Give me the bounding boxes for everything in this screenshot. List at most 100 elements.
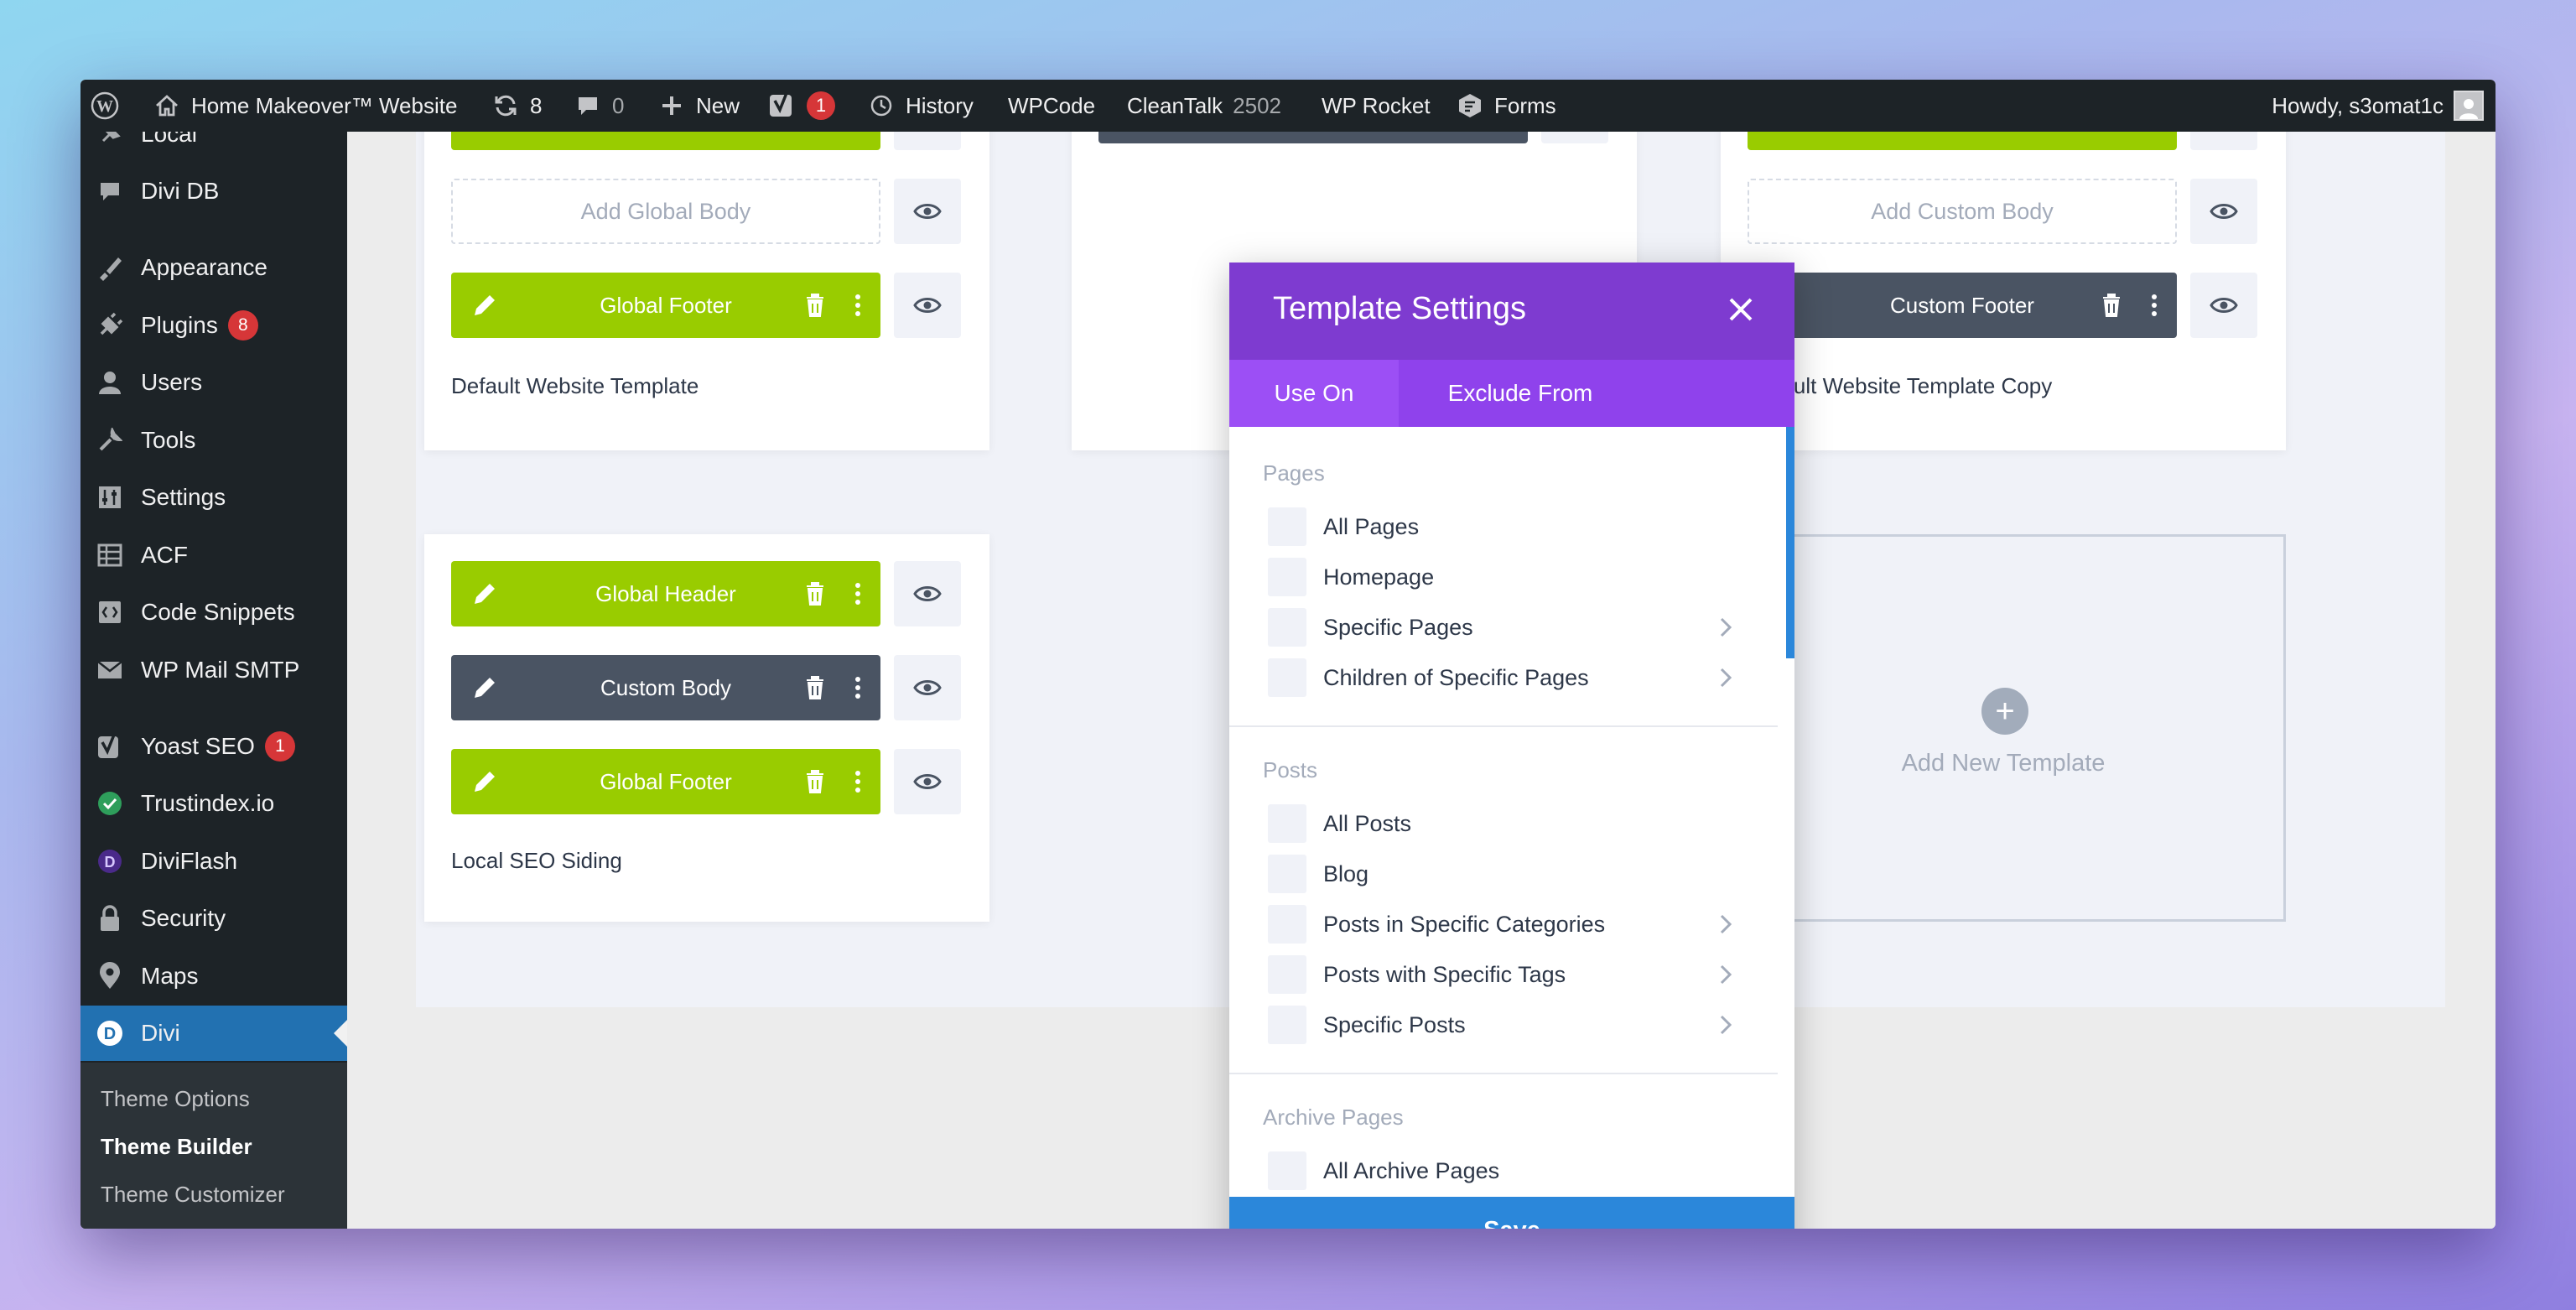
- submenu-theme-builder[interactable]: Theme Builder: [101, 1134, 252, 1160]
- checkbox[interactable]: [1268, 1151, 1306, 1190]
- custom-footer-bar[interactable]: Custom Footer: [1748, 273, 2177, 338]
- account-menu[interactable]: Howdy, s3omat1c: [2272, 80, 2484, 132]
- home-icon: [153, 91, 181, 120]
- visibility-toggle[interactable]: [2190, 179, 2257, 244]
- divider: [1229, 725, 1778, 727]
- sidebar-item-tools[interactable]: Tools: [80, 413, 347, 468]
- cleantalk-link[interactable]: CleanTalk 2502: [1127, 80, 1281, 132]
- new-content-link[interactable]: New: [657, 80, 740, 132]
- svg-text:D: D: [104, 1025, 116, 1043]
- sidebar-item-users[interactable]: Users: [80, 355, 347, 410]
- yoast-menu-link[interactable]: 1: [768, 80, 835, 132]
- global-header-bar[interactable]: Global Header: [451, 561, 880, 626]
- option-all-pages[interactable]: All Pages: [1268, 502, 1754, 551]
- trash-icon: [807, 676, 823, 699]
- section-title-archive: Archive Pages: [1263, 1105, 1404, 1130]
- option-label: Children of Specific Pages: [1323, 664, 1589, 690]
- global-footer-bar[interactable]: Global Footer: [451, 749, 880, 814]
- wp-rocket-label: WP Rocket: [1322, 92, 1431, 118]
- checkbox[interactable]: [1268, 507, 1306, 546]
- checkbox[interactable]: [1268, 1006, 1306, 1044]
- option-all-posts[interactable]: All Posts: [1268, 799, 1754, 848]
- sidebar-item-divi-db[interactable]: Divi DB: [80, 164, 347, 219]
- option-all-archive-pages[interactable]: All Archive Pages: [1268, 1146, 1754, 1195]
- checkbox[interactable]: [1268, 955, 1306, 994]
- sidebar-item-appearance[interactable]: Appearance: [80, 240, 347, 295]
- visibility-toggle[interactable]: [894, 749, 961, 814]
- sidebar-item-label-wrap: Yoast SEO 1: [141, 731, 295, 762]
- scrollbar[interactable]: [1786, 427, 1794, 658]
- visibility-toggle[interactable]: [894, 273, 961, 338]
- checkbox[interactable]: [1268, 905, 1306, 944]
- more-options-icon: [855, 294, 860, 316]
- checkbox[interactable]: [1268, 855, 1306, 893]
- option-homepage[interactable]: Homepage: [1268, 553, 1754, 601]
- checkbox[interactable]: [1268, 608, 1306, 647]
- template-title: Local SEO Siding: [451, 848, 622, 873]
- trash-icon: [807, 294, 823, 317]
- pencil-icon: [475, 295, 495, 315]
- updates-link[interactable]: 8: [491, 80, 542, 132]
- checkbox[interactable]: [1268, 804, 1306, 843]
- updates-count: 8: [530, 92, 543, 118]
- submenu-theme-customizer[interactable]: Theme Customizer: [101, 1182, 285, 1208]
- visibility-toggle[interactable]: [894, 561, 961, 626]
- comment-icon: [574, 91, 602, 120]
- save-button[interactable]: Save: [1229, 1197, 1794, 1229]
- divi-icon: D: [94, 1017, 126, 1049]
- wordpress-logo-button[interactable]: W: [91, 80, 119, 132]
- add-global-body-button[interactable]: Add Global Body: [451, 179, 880, 244]
- option-posts-with-specific-tags[interactable]: Posts with Specific Tags: [1268, 950, 1754, 999]
- history-link[interactable]: History: [867, 80, 974, 132]
- option-label: Posts in Specific Categories: [1323, 911, 1606, 937]
- add-new-template-button[interactable]: + Add New Template: [1721, 534, 2286, 922]
- tab-exclude-from[interactable]: Exclude From: [1399, 360, 1642, 427]
- visibility-toggle[interactable]: [2190, 273, 2257, 338]
- sidebar-item-diviflash[interactable]: D DiviFlash: [80, 834, 347, 889]
- sidebar-item-divi[interactable]: D Divi: [80, 1006, 347, 1061]
- comments-link[interactable]: 0: [574, 80, 624, 132]
- plugins-badge: 8: [227, 310, 258, 340]
- visibility-toggle[interactable]: [894, 655, 961, 720]
- wpcode-label: WPCode: [1008, 92, 1096, 118]
- pencil-icon: [475, 584, 495, 604]
- global-footer-bar[interactable]: Global Footer: [451, 273, 880, 338]
- wp-rocket-link[interactable]: WP Rocket: [1322, 80, 1431, 132]
- sidebar-item-trustindex[interactable]: Trustindex.io: [80, 776, 347, 831]
- option-posts-in-specific-categories[interactable]: Posts in Specific Categories: [1268, 900, 1754, 949]
- sidebar-item-label: Users: [141, 369, 203, 395]
- forms-icon: [1456, 91, 1484, 120]
- option-blog[interactable]: Blog: [1268, 850, 1754, 898]
- sidebar-item-yoast-seo[interactable]: Yoast SEO 1: [80, 719, 347, 774]
- sidebar-item-maps[interactable]: Maps: [80, 949, 347, 1004]
- section-title-posts: Posts: [1263, 757, 1318, 782]
- forms-link[interactable]: Forms: [1456, 80, 1556, 132]
- option-specific-pages[interactable]: Specific Pages: [1268, 603, 1754, 652]
- chevron-right-icon: [1720, 914, 1732, 934]
- sidebar-item-settings[interactable]: Settings: [80, 470, 347, 525]
- submenu-theme-options[interactable]: Theme Options: [101, 1086, 250, 1112]
- checkbox[interactable]: [1268, 658, 1306, 697]
- sidebar-item-code-snippets[interactable]: Code Snippets: [80, 585, 347, 640]
- wpcode-link[interactable]: WPCode: [1008, 80, 1095, 132]
- site-name-link[interactable]: Home Makeover™ Website: [153, 80, 457, 132]
- sidebar-item-label: DiviFlash: [141, 848, 238, 874]
- close-icon[interactable]: [1726, 294, 1756, 325]
- visibility-toggle[interactable]: [894, 179, 961, 244]
- sliders-icon: [94, 481, 126, 513]
- trash-icon: [807, 582, 823, 606]
- eye-icon: [913, 298, 942, 313]
- add-custom-body-button[interactable]: Add Custom Body: [1748, 179, 2177, 244]
- sidebar-item-security[interactable]: Security: [80, 891, 347, 946]
- option-specific-posts[interactable]: Specific Posts: [1268, 1001, 1754, 1049]
- sidebar-item-acf[interactable]: ACF: [80, 528, 347, 583]
- sidebar-item-plugins[interactable]: Plugins 8: [80, 298, 347, 353]
- custom-body-bar[interactable]: Custom Body: [451, 655, 880, 720]
- sidebar-item-label: Settings: [141, 484, 226, 510]
- option-children-of-specific-pages[interactable]: Children of Specific Pages: [1268, 653, 1754, 702]
- yoast-badge: 1: [807, 91, 835, 120]
- more-options-icon: [855, 771, 860, 793]
- sidebar-item-wp-mail-smtp[interactable]: WP Mail SMTP: [80, 642, 347, 698]
- checkbox[interactable]: [1268, 558, 1306, 596]
- tab-use-on[interactable]: Use On: [1229, 360, 1399, 427]
